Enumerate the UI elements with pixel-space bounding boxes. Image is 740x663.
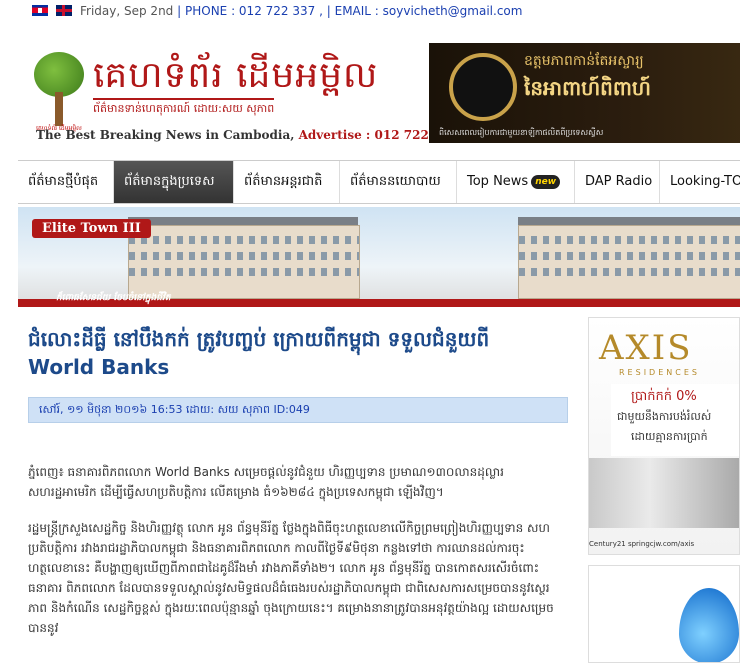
- top-bar: Friday, Sep 2nd | PHONE : 012 722 337 , …: [0, 0, 740, 22]
- watch-banner-ad[interactable]: ឧត្តមភាពកាន់តែអស្ចារ្យ នៃអាពាហ៍ពិពាហ៍ ពិ…: [429, 43, 740, 143]
- cambodia-flag-icon[interactable]: [32, 5, 48, 16]
- axis-logo: AXIS: [599, 328, 693, 368]
- sidebar: AXIS RESIDENCES ប្រាក់កក់ 0% ជាមួយនឹងការ…: [588, 317, 740, 663]
- site-header: គេហទំព័រ ដើមអម្ពិល គេហទំព័រ ដើមអម្ពិល ព័…: [18, 30, 740, 155]
- uk-flag-icon[interactable]: [56, 5, 72, 16]
- watch-icon: [449, 53, 517, 121]
- article-title: ជំលោះដីធ្លី នៅបឹងកក់ ត្រូវបញ្ចប់ ក្រោយពី…: [28, 327, 490, 379]
- nav-item-politics[interactable]: ព័ត៌មាននយោបាយ: [340, 161, 457, 203]
- date-text: Friday, Sep 2nd: [80, 4, 174, 18]
- axis-no-interest-text: ដោយគ្មានការប្រាក់: [631, 430, 708, 443]
- main-nav: ព័ត៌មានថ្មីបំផុត ព័ត៌មានក្នុងប្រទេស ព័ត៌…: [18, 160, 740, 204]
- water-drop-ad[interactable]: [588, 565, 740, 663]
- elite-town-label: Elite Town III: [32, 219, 151, 238]
- elite-town-banner[interactable]: Elite Town III ក៏ពោធសែនជ័យ ចែបចំនៅក្នុងជ…: [18, 207, 740, 307]
- site-subtitle: ព័ត៌មានទាន់ហេតុការណ៍ ដោយ:សយ សុភាព: [93, 98, 275, 118]
- nav-item-looking-today[interactable]: Looking-TODAY: [660, 161, 740, 203]
- nav-item-dap-radio[interactable]: DAP Radio: [575, 161, 660, 203]
- nav-item-international[interactable]: ព័ត៌មានអន្តរជាតិ: [234, 161, 340, 203]
- banner-line-1: ឧត្តមភាពកាន់តែអស្ចារ្យ: [524, 53, 644, 69]
- site-tagline: The Best Breaking News in Cambodia, Adve…: [36, 128, 459, 142]
- tree-logo-icon[interactable]: គេហទំព័រ ដើមអម្ពិល: [28, 42, 90, 137]
- article-body: ភ្នំពេញ៖ ធនាគារពិភពលោក World Banks សម្រេ…: [28, 462, 568, 654]
- article-meta: សៅរ៍, ១១ មិថុនា ២០១៦ 16:53 ដោយ: សយ សុភាព…: [28, 397, 568, 423]
- hero-slogan: ក៏ពោធសែនជ័យ ចែបចំនៅក្នុងជីវិត: [56, 293, 171, 303]
- phone-text: PHONE : 012 722 337: [184, 4, 316, 18]
- banner-line-3: ពិសេសពេលរៀបការជាមួយនាឡិកាផលិតពីប្រទេសស្វ…: [439, 128, 604, 137]
- axis-deposit-text: ប្រាក់កក់ 0%: [631, 389, 697, 404]
- axis-footer: Century21 springcjw.com/axis: [589, 540, 695, 548]
- article-paragraph: រដ្ឋមន្ត្រីក្រសួងសេដ្ឋកិច្ច និងហិរញ្ញវត្…: [28, 521, 554, 635]
- axis-promo-box: ប្រាក់កក់ 0% ជាមួយនឹងការបង់រំលស់ ដោយគ្មា…: [611, 384, 739, 456]
- axis-residences-ad[interactable]: AXIS RESIDENCES ប្រាក់កក់ 0% ជាមួយនឹងការ…: [588, 317, 740, 555]
- water-drop-icon: [679, 588, 739, 662]
- axis-installment-text: ជាមួយនឹងការបង់រំលស់: [617, 410, 712, 423]
- email-link[interactable]: EMAIL : soyvicheth@gmail.com: [335, 4, 523, 18]
- new-badge: new: [531, 174, 561, 189]
- nav-item-latest[interactable]: ព័ត៌មានថ្មីបំផុត: [18, 161, 114, 203]
- article: ជំលោះដីធ្លី នៅបឹងកក់ ត្រូវបញ្ចប់ ក្រោយពី…: [18, 317, 568, 663]
- building-image: [589, 458, 739, 528]
- contact-line: Friday, Sep 2nd | PHONE : 012 722 337 , …: [80, 4, 523, 18]
- article-paragraph: ភ្នំពេញ៖ ធនាគារពិភពលោក World Banks សម្រេ…: [28, 465, 504, 499]
- nav-item-local[interactable]: ព័ត៌មានក្នុងប្រទេស: [114, 161, 234, 203]
- banner-line-2: នៃអាពាហ៍ពិពាហ៍: [524, 76, 651, 100]
- axis-residences-label: RESIDENCES: [619, 368, 700, 377]
- nav-item-top-news[interactable]: Top News new: [457, 161, 575, 203]
